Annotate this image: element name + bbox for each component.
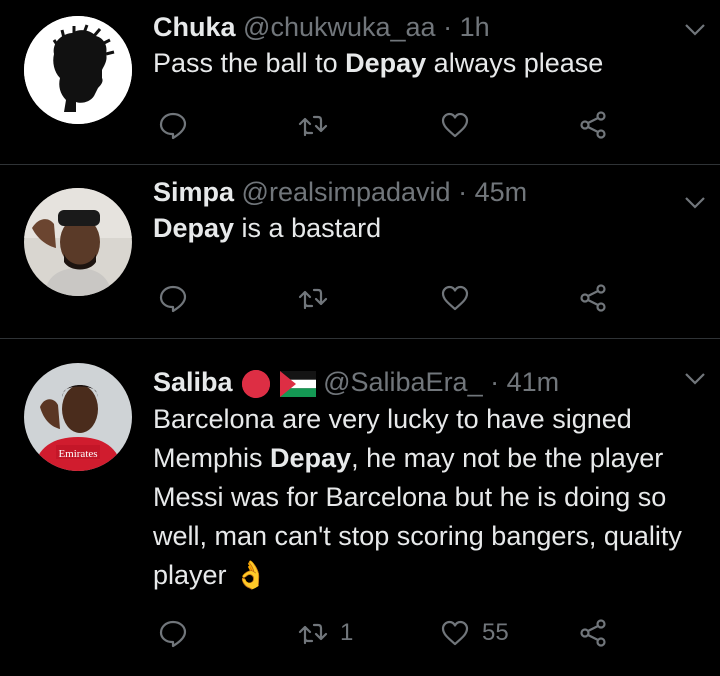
- caret-down-icon[interactable]: [682, 189, 708, 215]
- avatar-photo-icon: Emirates: [24, 363, 132, 471]
- palestine-flag-icon: [279, 370, 316, 397]
- reply-icon: [159, 620, 187, 648]
- user-handle[interactable]: @SalibaEra_: [323, 367, 483, 397]
- red-circle-icon: [242, 369, 271, 398]
- tweet-text: Pass the ball to Depay always please: [153, 48, 604, 78]
- separator: ·: [490, 367, 500, 397]
- like-button[interactable]: [440, 283, 482, 313]
- highlight-keyword: Depay: [345, 48, 427, 78]
- avatar-jersey-text: Emirates: [58, 448, 97, 460]
- separator: ·: [458, 177, 468, 207]
- highlight-keyword: Depay: [153, 213, 235, 243]
- caret-down-icon[interactable]: [682, 365, 708, 391]
- highlight-keyword: Depay: [270, 442, 352, 473]
- timestamp[interactable]: 45m: [475, 177, 528, 207]
- timestamp[interactable]: 41m: [507, 367, 560, 397]
- reply-button[interactable]: [158, 618, 200, 648]
- separator: ·: [443, 12, 453, 42]
- like-icon: [441, 285, 469, 311]
- tweet-actions: [153, 283, 613, 313]
- share-icon: [580, 111, 606, 139]
- tweet-header: Chuka @chukwuka_aa · 1h: [153, 10, 700, 44]
- display-name[interactable]: Saliba: [153, 367, 233, 397]
- share-button[interactable]: [578, 283, 608, 313]
- display-name[interactable]: Chuka: [153, 12, 236, 42]
- like-button[interactable]: 55: [440, 618, 509, 648]
- tweet[interactable]: Simpa @realsimpadavid · 45m Depay is a b…: [0, 165, 720, 339]
- like-button[interactable]: [440, 110, 482, 140]
- retweet-count: 1: [340, 619, 354, 646]
- reply-icon: [159, 285, 187, 313]
- share-button[interactable]: [578, 618, 608, 648]
- reply-button[interactable]: [158, 283, 200, 313]
- tweet[interactable]: Emirates Saliba @SalibaEra_ · 41m Barcel…: [0, 339, 720, 676]
- tweet[interactable]: Chuka @chukwuka_aa · 1h Pass the ball to…: [0, 0, 720, 165]
- retweet-button[interactable]: [298, 283, 340, 313]
- tweet-actions: 1 55: [153, 618, 613, 648]
- retweet-icon: [298, 288, 328, 310]
- user-handle[interactable]: @realsimpadavid: [242, 177, 451, 207]
- timestamp[interactable]: 1h: [460, 12, 490, 42]
- display-name[interactable]: Simpa: [153, 177, 234, 207]
- avatar-silhouette-icon: [24, 16, 132, 124]
- avatar[interactable]: Emirates: [24, 363, 132, 471]
- retweet-icon: [298, 623, 328, 645]
- tweet-header: Simpa @realsimpadavid · 45m: [153, 175, 700, 209]
- like-icon: [441, 620, 469, 646]
- avatar[interactable]: [24, 16, 132, 124]
- tweet-text: Depay is a bastard: [153, 213, 382, 243]
- like-icon: [441, 112, 469, 138]
- reply-icon: [159, 112, 187, 140]
- avatar-photo-icon: [24, 188, 132, 296]
- retweet-button[interactable]: [298, 110, 340, 140]
- retweet-icon: [298, 115, 328, 137]
- user-handle[interactable]: @chukwuka_aa: [243, 12, 436, 42]
- tweet-header: Saliba @SalibaEra_ · 41m: [153, 365, 700, 400]
- share-button[interactable]: [578, 110, 608, 140]
- retweet-button[interactable]: 1: [298, 618, 353, 648]
- reply-button[interactable]: [158, 110, 200, 140]
- tweet-text: Barcelona are very lucky to have signed …: [153, 403, 682, 590]
- like-count: 55: [482, 619, 509, 646]
- avatar[interactable]: [24, 188, 132, 296]
- share-icon: [580, 284, 606, 312]
- caret-down-icon[interactable]: [682, 16, 708, 42]
- tweet-actions: [153, 110, 613, 140]
- share-icon: [580, 619, 606, 647]
